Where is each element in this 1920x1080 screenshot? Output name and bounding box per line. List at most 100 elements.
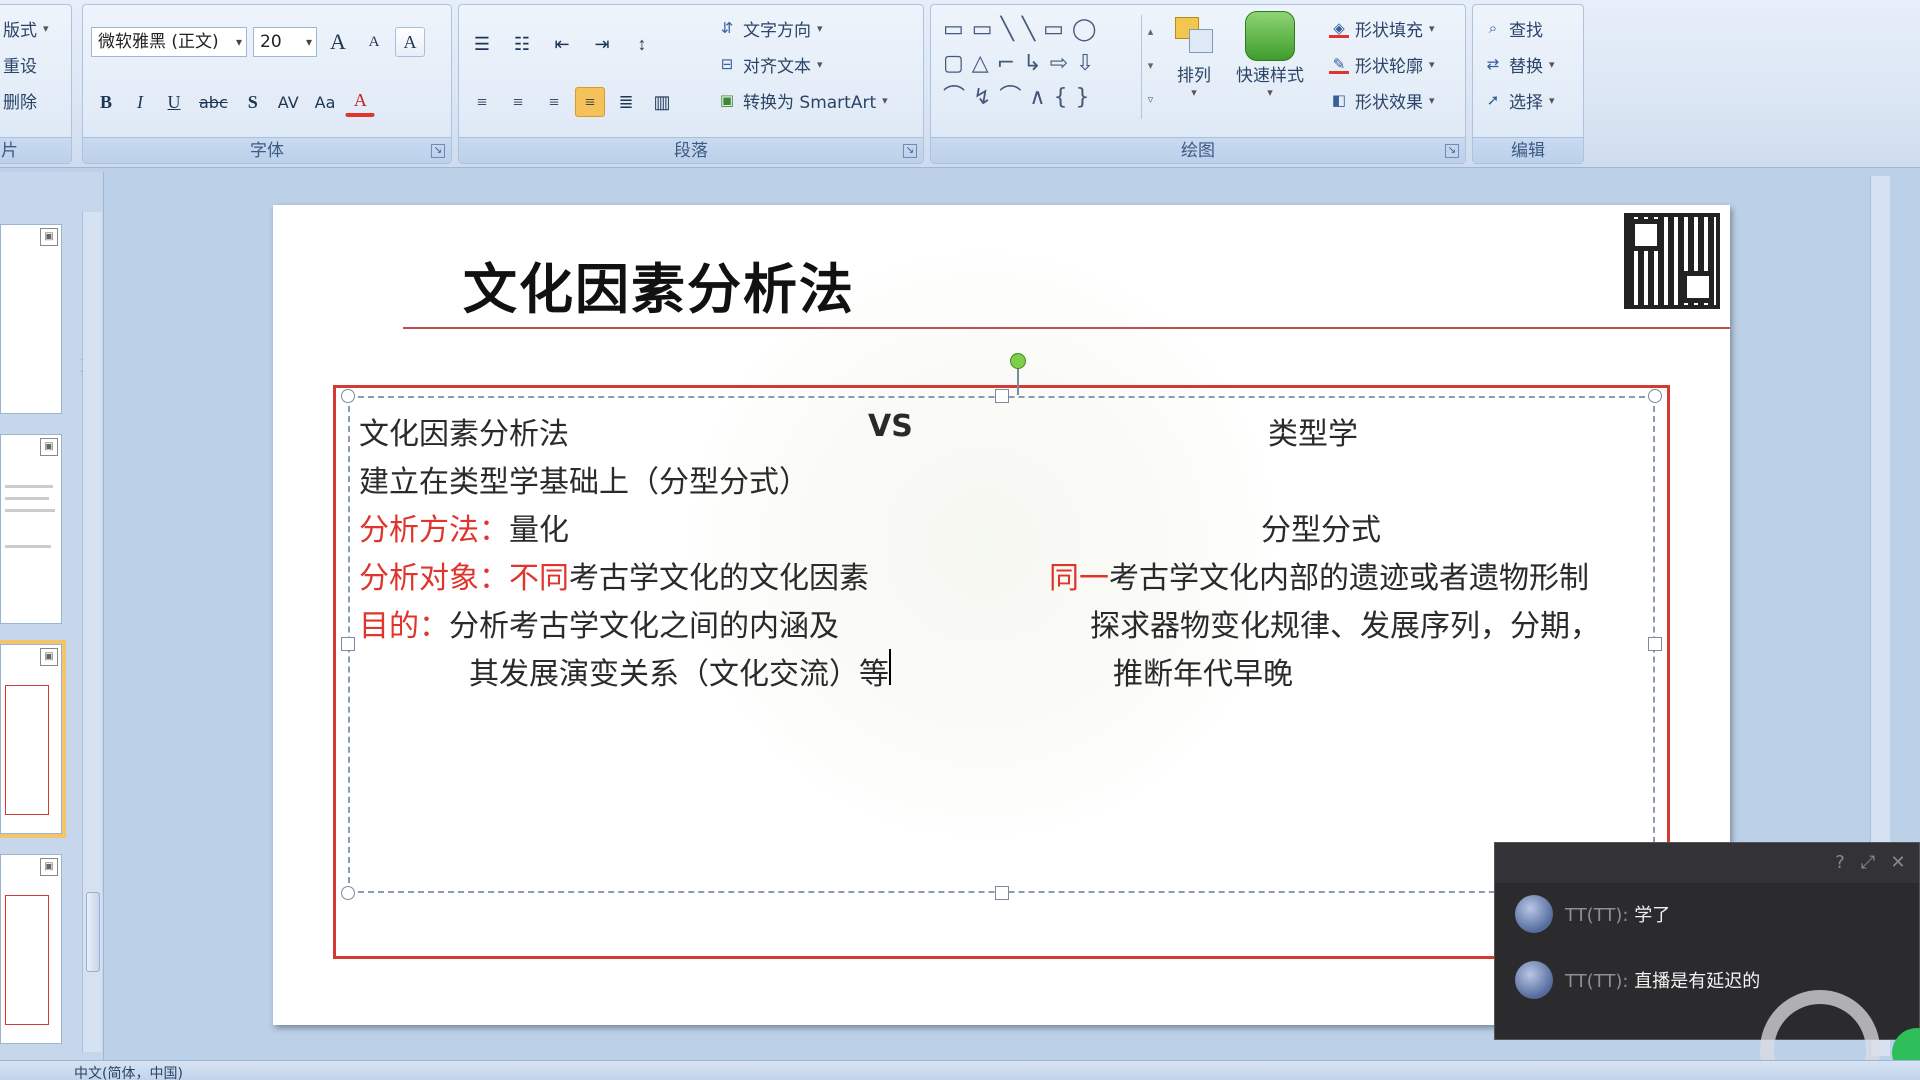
expand-icon[interactable]: ⤢: [1857, 852, 1879, 874]
justify-icon[interactable]: ≡: [575, 87, 605, 117]
change-case-button[interactable]: Aa: [309, 87, 342, 117]
drawing-group-label: 绘图: [931, 137, 1465, 163]
align-right-icon[interactable]: ≡: [539, 87, 569, 117]
row6-right: 推断年代早晚: [1113, 657, 1293, 692]
text-direction-icon: ⇵: [720, 19, 734, 37]
row4-right-value: 考古学文化内部的遗迹或者遗物形制: [1109, 561, 1589, 596]
row3-right: 分型分式: [1261, 513, 1381, 548]
row3: 分析方法：量化: [359, 505, 569, 549]
shape-effects-button[interactable]: ◧ 形状效果 ▾: [1329, 85, 1435, 115]
arrange-button[interactable]: 排列 ▾: [1171, 11, 1217, 99]
chat-message: TT(TT): 学了: [1515, 895, 1670, 933]
numbering-icon[interactable]: ☷: [507, 29, 537, 59]
language-indicator[interactable]: 中文(简体，中国): [74, 1063, 183, 1080]
text-direction-button[interactable]: ⇵ 文字方向 ▾: [717, 13, 823, 43]
align-text-button[interactable]: ⊟ 对齐文本 ▾: [717, 49, 823, 79]
slide-thumbnail-current[interactable]: ▣: [0, 640, 66, 838]
resize-handle[interactable]: [1648, 389, 1662, 403]
paragraph-dialog-launcher-icon[interactable]: ↘: [903, 144, 917, 158]
decrease-indent-icon[interactable]: ⇤: [547, 29, 577, 59]
slide-thumbnail-pane: ✕ ▣ ▣ ▣ ▣: [0, 172, 104, 1060]
slide-thumb-icon: ▣: [40, 648, 58, 666]
font-name-combo[interactable]: 微软雅黑 (正文): [91, 27, 247, 57]
row4-right: 同一考古学文化内部的遗迹或者遗物形制: [1049, 553, 1589, 597]
close-icon[interactable]: ✕: [1887, 852, 1909, 874]
clear-format-button[interactable]: A: [395, 27, 425, 57]
method-label: 分析方法：: [359, 513, 509, 548]
strikethrough-button[interactable]: abc: [193, 87, 234, 117]
font-group-label: 字体: [83, 137, 451, 163]
ribbon: 版式▾ 重设 删除 片 微软雅黑 (正文) 20 A A A B I U abc…: [0, 0, 1920, 168]
status-bar: 中文(简体，中国): [0, 1060, 1920, 1080]
paragraph-group-label: 段落: [459, 137, 923, 163]
slide-title[interactable]: 文化因素分析法: [463, 245, 855, 324]
drawing-dialog-launcher-icon[interactable]: ↘: [1445, 144, 1459, 158]
resize-handle[interactable]: [341, 389, 355, 403]
align-text-icon: ⊟: [720, 55, 734, 73]
align-left-icon[interactable]: ≡: [467, 87, 497, 117]
shape-effects-icon: ◧: [1331, 91, 1347, 109]
resize-handle[interactable]: [995, 886, 1009, 900]
smartart-icon: ▣: [719, 91, 735, 109]
quick-styles-button[interactable]: 快速样式 ▾: [1236, 11, 1304, 99]
shape-outline-button[interactable]: ✎ 形状轮廓 ▾: [1329, 49, 1435, 79]
chat-header: ? ⤢ ✕: [1495, 843, 1919, 883]
resize-handle[interactable]: [341, 637, 355, 651]
font-color-button[interactable]: A: [345, 87, 376, 117]
increase-indent-icon[interactable]: ⇥: [587, 29, 617, 59]
resize-handle[interactable]: [1648, 637, 1662, 651]
replace-button[interactable]: ⇄ 替换 ▾: [1483, 49, 1555, 79]
underline-button[interactable]: U: [159, 87, 189, 117]
slide-thumbnail[interactable]: ▣: [0, 434, 62, 624]
row6-tail: 等: [859, 657, 889, 692]
binoculars-icon: ⌕: [1488, 19, 1498, 37]
reset-button[interactable]: 重设: [3, 49, 37, 79]
italic-button[interactable]: I: [125, 87, 155, 117]
rotation-stem: [1017, 369, 1019, 395]
shrink-font-button[interactable]: A: [359, 27, 389, 57]
bold-button[interactable]: B: [91, 87, 121, 117]
row1-vs: VS: [868, 409, 913, 444]
rotation-handle[interactable]: [1010, 353, 1026, 369]
convert-smartart-button[interactable]: ▣ 转换为 SmartArt ▾: [717, 85, 888, 115]
resize-handle[interactable]: [341, 886, 355, 900]
shape-fill-button[interactable]: ◈ 形状填充 ▾: [1329, 13, 1435, 43]
font-size-combo[interactable]: 20: [253, 27, 317, 57]
delete-button[interactable]: 删除: [3, 85, 37, 115]
object-same: 同一: [1049, 561, 1109, 596]
drawing-group: ▭▭╲╲▭◯ ▢△⌐↳⇨⇩ ⌒↯⌒∧{} ▴ ▾ ▿ 排列 ▾ 快速样式 ▾ ◈ 形…: [930, 4, 1466, 164]
layout-button[interactable]: 版式 ▾: [3, 13, 49, 43]
quick-styles-icon: [1245, 11, 1295, 61]
text-caret: [889, 649, 891, 685]
qr-code: [1624, 213, 1720, 309]
find-button[interactable]: ⌕ 查找: [1483, 13, 1543, 43]
thumbnail-scrollbar[interactable]: [82, 212, 102, 1052]
columns-icon[interactable]: ▥: [647, 87, 677, 117]
char-spacing-button[interactable]: AV: [272, 87, 305, 117]
shapes-gallery[interactable]: ▭▭╲╲▭◯ ▢△⌐↳⇨⇩ ⌒↯⌒∧{}: [937, 13, 1157, 121]
slide-thumbnail[interactable]: ▣: [0, 224, 62, 414]
paint-bucket-icon: ◈: [1329, 18, 1349, 38]
line-spacing-icon[interactable]: ↕: [627, 29, 657, 59]
editing-group: ⌕ 查找 ⇄ 替换 ▾ ➚ 选择 ▾ 编辑: [1472, 4, 1584, 164]
slide-thumbnail[interactable]: ▣: [0, 854, 62, 1044]
grow-font-button[interactable]: A: [323, 27, 353, 57]
select-button[interactable]: ➚ 选择 ▾: [1483, 85, 1555, 115]
row5-right: 探求器物变化规律、发展序列，分期，: [1090, 609, 1600, 644]
font-group: 微软雅黑 (正文) 20 A A A B I U abc S AV Aa A 字…: [82, 4, 452, 164]
font-dialog-launcher-icon[interactable]: ↘: [431, 144, 445, 158]
title-divider: [403, 327, 1730, 329]
align-center-icon[interactable]: ≡: [503, 87, 533, 117]
distributed-icon[interactable]: ≣: [611, 87, 641, 117]
bullets-icon[interactable]: ☰: [467, 29, 497, 59]
shapes-row-3: ⌒↯⌒∧{}: [943, 85, 1098, 110]
shapes-scroll[interactable]: ▴ ▾ ▿: [1141, 15, 1159, 119]
thumbnail-scrollbar-thumb[interactable]: [86, 892, 100, 972]
object-label: 分析对象：: [359, 561, 509, 596]
resize-handle[interactable]: [995, 389, 1009, 403]
editing-group-label: 编辑: [1473, 137, 1583, 163]
purpose-value: 分析考古学文化之间的内涵及: [449, 609, 839, 644]
slide-thumb-icon: ▣: [40, 228, 58, 246]
help-icon[interactable]: ?: [1829, 852, 1851, 874]
shadow-button[interactable]: S: [238, 87, 268, 117]
